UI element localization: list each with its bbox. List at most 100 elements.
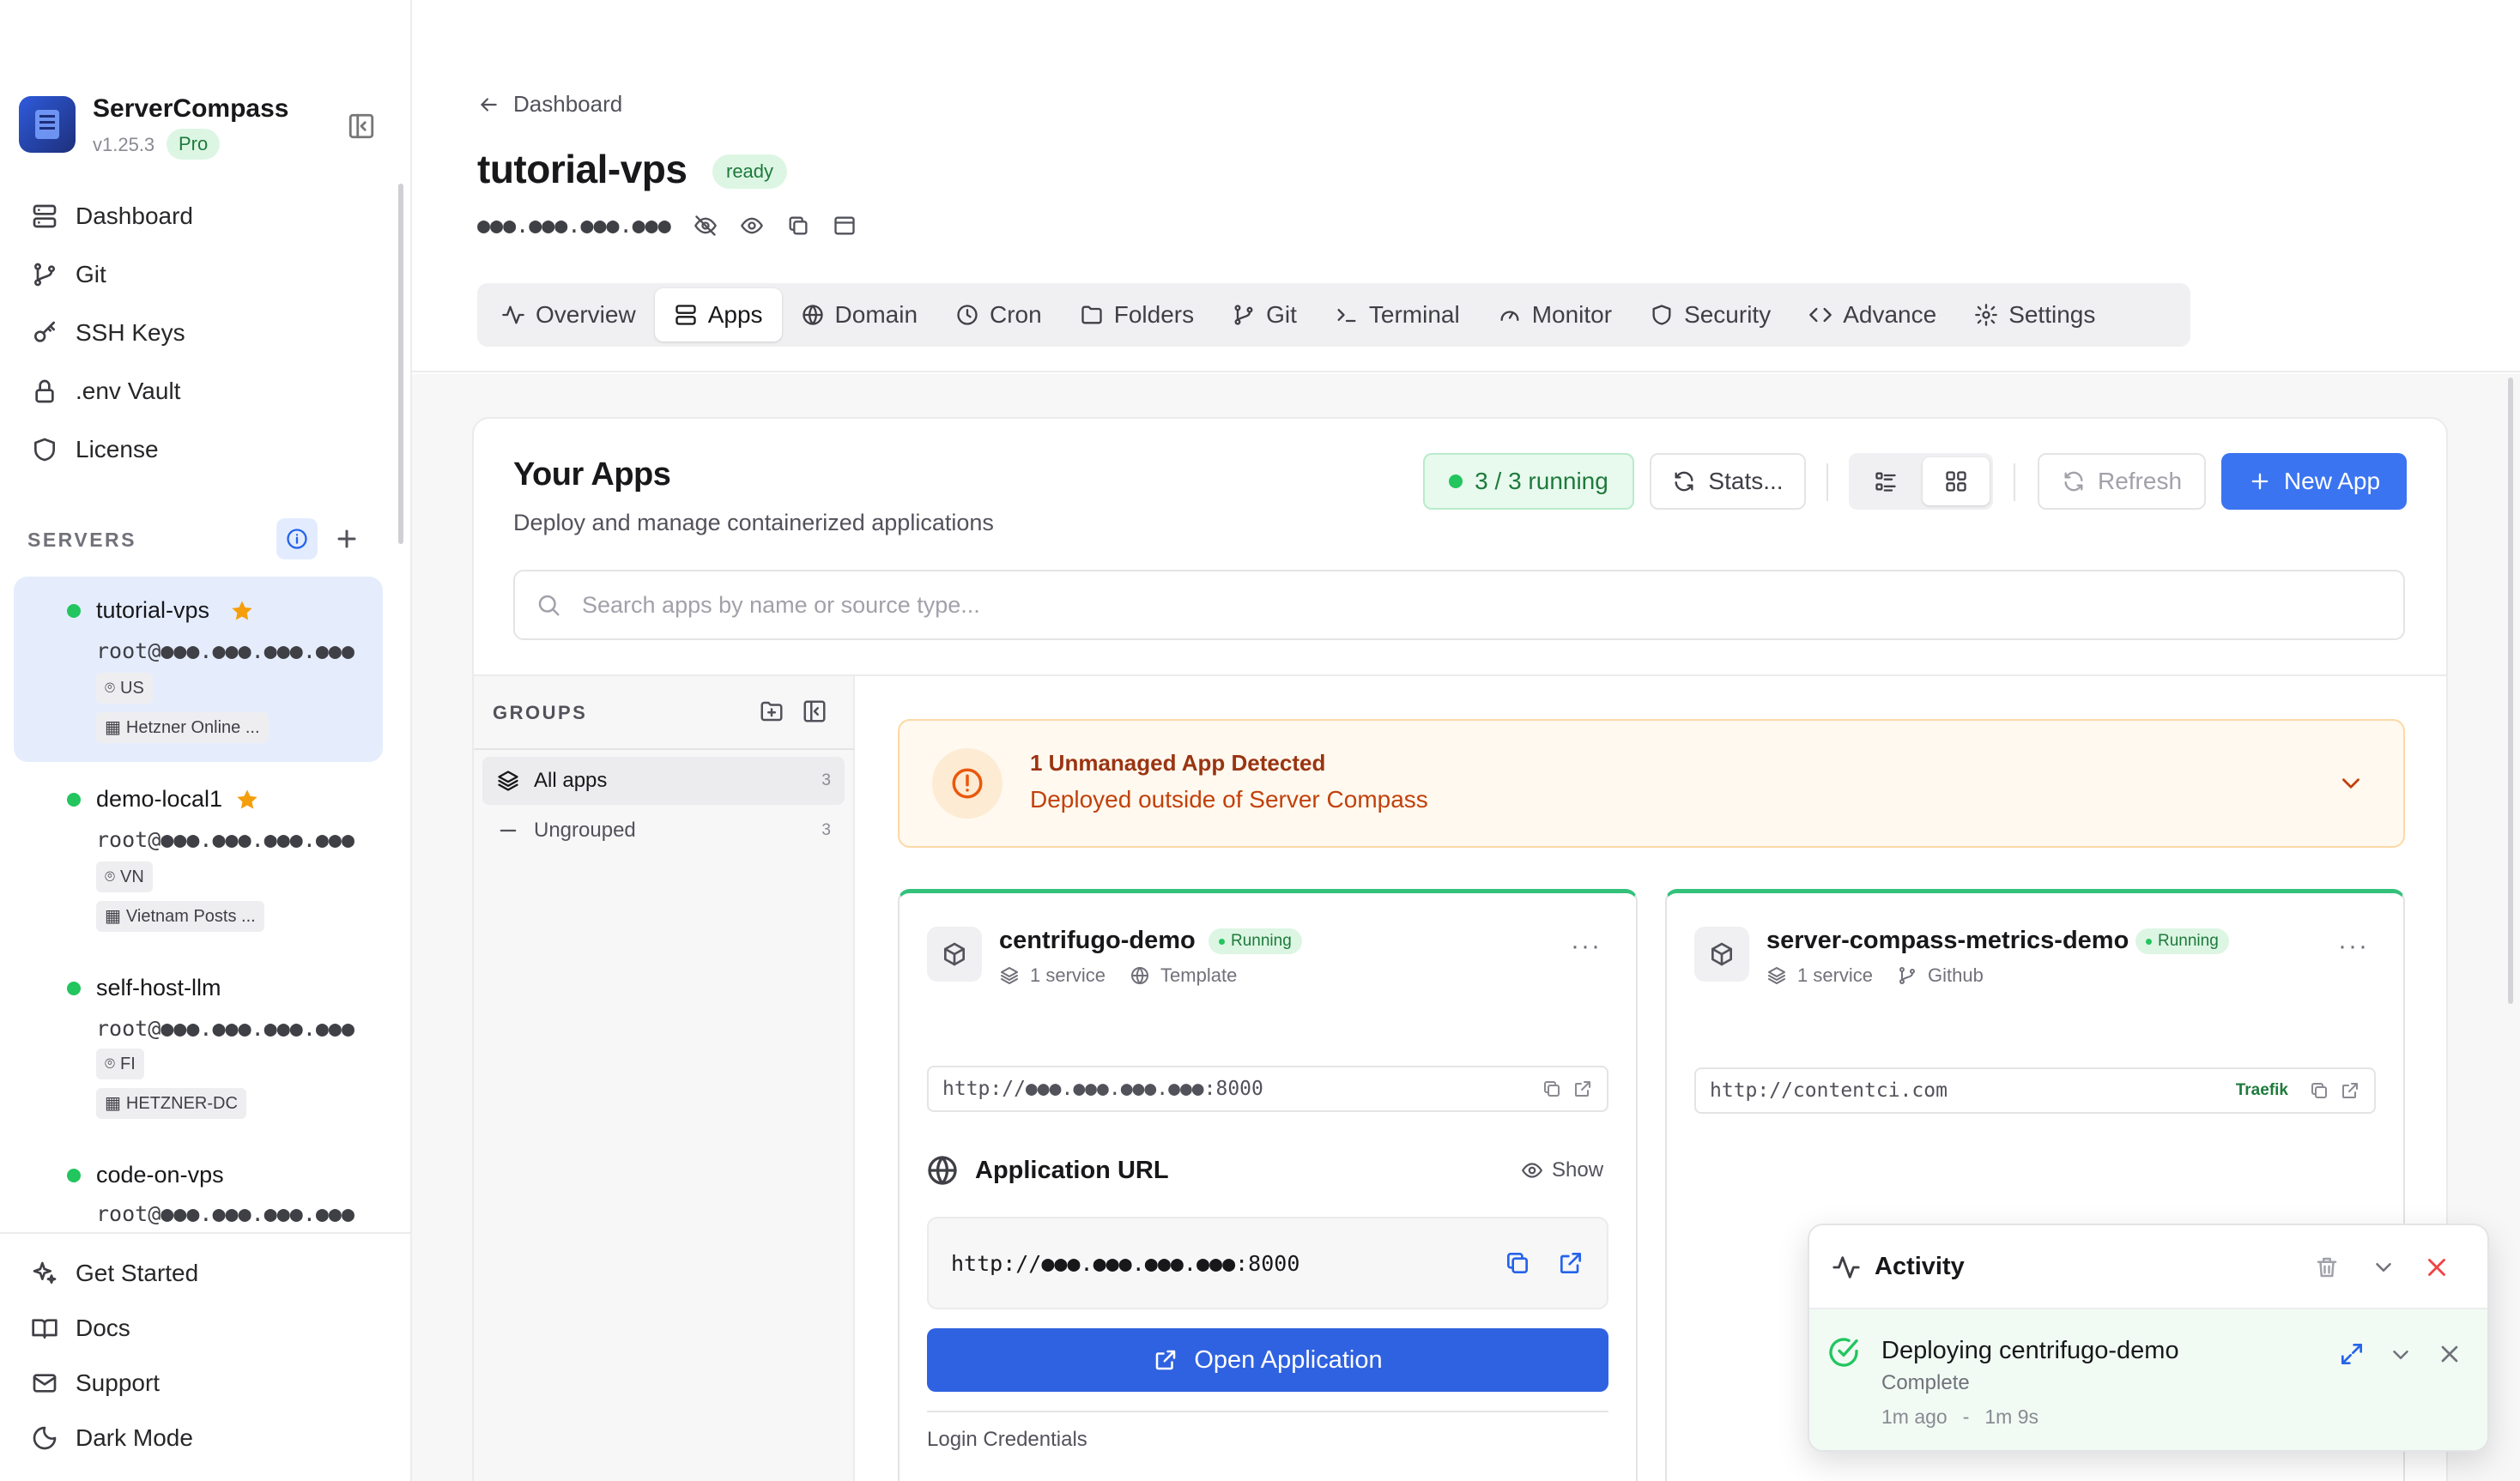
main-scrollbar[interactable] <box>2508 378 2513 1004</box>
tab-monitor[interactable]: Monitor <box>1479 288 1631 342</box>
sidebar-item-docs[interactable]: Docs <box>31 1315 130 1342</box>
tab-folders[interactable]: Folders <box>1061 288 1213 342</box>
sidebar-item-support[interactable]: Support <box>31 1369 160 1397</box>
new-app-button[interactable]: New App <box>2221 453 2407 510</box>
sidebar-collapse-icon[interactable] <box>347 112 376 141</box>
search-input[interactable]: Search apps by name or source type... <box>513 570 2405 640</box>
unmanaged-app-alert[interactable] <box>898 719 2405 848</box>
tab-security[interactable]: Security <box>1631 288 1790 342</box>
servers-info-button[interactable] <box>276 518 318 559</box>
sidebar-item-label: Dark Mode <box>76 1424 193 1451</box>
app-url[interactable]: http://contentci.com <box>1710 1079 1948 1102</box>
server-user: root@●●●.●●●.●●●.●●● <box>96 827 355 852</box>
eye-icon[interactable] <box>740 214 764 238</box>
open-application-button[interactable]: Open Application <box>927 1328 1608 1392</box>
tab-domain[interactable]: Domain <box>782 288 936 342</box>
server-item-self-host-llm[interactable]: self-host-llm <box>96 975 221 1001</box>
list-view-button[interactable] <box>1852 457 1919 505</box>
code-icon <box>1809 307 1832 323</box>
app-name[interactable]: centrifugo-demo <box>999 927 1196 955</box>
app-logo <box>19 96 76 153</box>
status-label: Running <box>1231 932 1292 950</box>
tab-git[interactable]: Git <box>1213 288 1316 342</box>
open-application-label: Open Application <box>1194 1345 1383 1374</box>
chevron-down-icon[interactable] <box>2336 769 2366 798</box>
copy-icon[interactable] <box>1542 1079 1562 1099</box>
external-link-icon[interactable] <box>1557 1249 1584 1277</box>
alert-circle-icon <box>932 748 1003 819</box>
server-item-code-on-vps[interactable]: code-on-vps <box>96 1162 224 1188</box>
app-name[interactable]: server-compass-metrics-demo <box>1766 927 2129 955</box>
building-icon: ▦ <box>105 907 121 926</box>
git-branch-icon <box>1234 305 1253 325</box>
collapse-groups-icon[interactable] <box>802 698 827 724</box>
time-ago: 1m ago <box>1881 1405 1948 1428</box>
tab-terminal[interactable]: Terminal <box>1316 288 1479 342</box>
tab-cron[interactable]: Cron <box>936 288 1061 342</box>
status-dot <box>2146 938 2152 945</box>
group-all-apps[interactable]: All apps 3 <box>482 757 845 805</box>
browser-icon[interactable] <box>833 214 857 238</box>
server-item-demo-local1[interactable]: demo-local1 <box>96 786 222 813</box>
sidebar-item-dark-mode[interactable]: Dark Mode <box>31 1424 193 1452</box>
chevron-down-icon[interactable] <box>2388 1342 2414 1368</box>
tab-advance[interactable]: Advance <box>1790 288 1955 342</box>
tab-label: Monitor <box>1531 301 1613 328</box>
gear-icon <box>1975 304 1998 326</box>
add-server-button[interactable] <box>331 523 362 554</box>
chevron-down-icon[interactable] <box>2371 1254 2396 1280</box>
status-dot <box>1449 475 1463 488</box>
layers-icon <box>1768 967 1785 984</box>
eye-off-icon[interactable] <box>694 214 718 238</box>
sidebar-item-license[interactable]: License <box>31 436 159 463</box>
sidebar-item-git[interactable]: Git <box>31 261 106 288</box>
tab-settings[interactable]: Settings <box>1955 288 2114 342</box>
tab-overview[interactable]: Overview <box>482 288 655 342</box>
expand-icon[interactable] <box>2338 1340 2366 1368</box>
new-group-folder-icon[interactable] <box>759 698 784 724</box>
status-dot <box>67 1169 81 1182</box>
group-ungrouped[interactable]: Ungrouped 3 <box>482 807 845 855</box>
refresh-button[interactable]: Refresh <box>2038 453 2206 510</box>
application-url[interactable]: http://●●●.●●●.●●●.●●●:8000 <box>951 1251 1299 1276</box>
globe-icon <box>1131 967 1149 984</box>
close-icon[interactable] <box>2436 1340 2463 1368</box>
more-options-icon[interactable]: ··· <box>2338 932 2369 961</box>
copy-icon[interactable] <box>1504 1249 1531 1277</box>
copy-icon[interactable] <box>2309 1080 2329 1101</box>
apps-title: Your Apps <box>513 456 671 493</box>
time-separator: - <box>1962 1405 1970 1428</box>
show-button[interactable]: Show <box>1521 1158 1603 1182</box>
grid-view-button[interactable] <box>1923 457 1990 505</box>
stats-button[interactable]: Stats... <box>1650 453 1806 510</box>
sidebar-item-dashboard[interactable]: Dashboard <box>31 203 193 230</box>
layers-icon <box>498 771 518 791</box>
back-to-dashboard-link[interactable]: Dashboard <box>477 91 622 118</box>
app-url[interactable]: http://●●●.●●●.●●●.●●●:8000 <box>942 1078 1263 1100</box>
running-label: 3 / 3 running <box>1475 468 1608 494</box>
pin-icon: ⌾ <box>105 867 115 886</box>
copy-icon[interactable] <box>786 214 810 238</box>
application-url-field: http://●●●.●●●.●●●.●●●:8000 <box>927 1217 1608 1309</box>
sidebar-item-get-started[interactable]: Get Started <box>31 1260 198 1287</box>
tab-apps[interactable]: Apps <box>654 288 782 342</box>
sidebar-item-ssh-keys[interactable]: SSH Keys <box>31 319 185 347</box>
status-badge: Running <box>2135 928 2229 954</box>
refresh-label: Refresh <box>2097 468 2183 494</box>
group-label: All apps <box>534 769 608 792</box>
server-tabs: Overview Apps Domain Cron Folders Git Te… <box>477 283 2190 347</box>
mail-icon <box>33 1374 57 1393</box>
external-link-icon[interactable] <box>2340 1080 2360 1101</box>
running-count-badge: 3 / 3 running <box>1423 453 1634 510</box>
region-chip: ⌾ FI <box>96 1049 144 1079</box>
group-count: 3 <box>821 821 831 839</box>
external-link-icon[interactable] <box>1572 1079 1593 1099</box>
sparkles-icon <box>33 1261 57 1284</box>
more-options-icon[interactable]: ··· <box>1571 932 1602 961</box>
eye-icon <box>1522 1163 1542 1178</box>
sidebar-scrollbar[interactable] <box>398 184 403 544</box>
activity-title: Activity <box>1875 1253 1965 1280</box>
sidebar-item-env-vault[interactable]: .env Vault <box>31 378 180 405</box>
trash-icon[interactable] <box>2314 1254 2340 1280</box>
close-icon[interactable] <box>2422 1253 2451 1282</box>
